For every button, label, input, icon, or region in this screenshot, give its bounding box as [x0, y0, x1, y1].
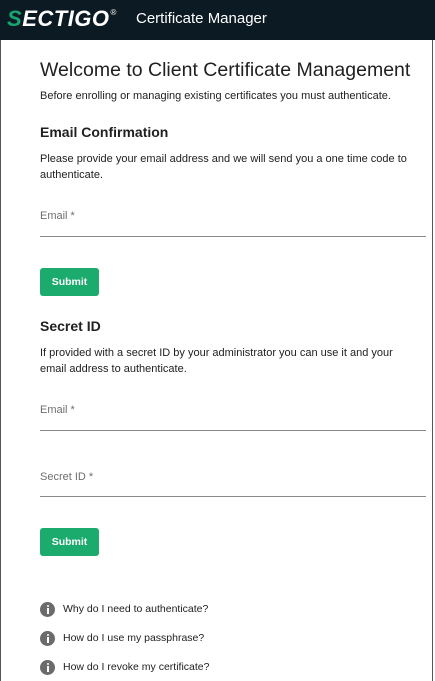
secret-email-input[interactable]	[40, 403, 426, 430]
faq-item-passphrase[interactable]: How do I use my passphrase?	[40, 629, 204, 647]
logo-s-mark: S	[7, 6, 23, 31]
info-icon	[40, 630, 55, 646]
faq-item-revoke[interactable]: How do I revoke my certificate?	[40, 658, 209, 676]
secret-email-field[interactable]: Email *	[40, 403, 426, 431]
secret-id-heading: Secret ID	[40, 318, 101, 334]
email-field[interactable]: Email *	[40, 209, 426, 237]
faq-item-why-authenticate[interactable]: Why do I need to authenticate?	[40, 600, 208, 618]
registered-mark: ®	[110, 8, 117, 17]
info-icon	[40, 659, 55, 675]
secret-id-submit-button[interactable]: Submit	[40, 528, 99, 556]
sectigo-logo[interactable]: S ECTIGO ®	[7, 5, 116, 33]
info-icon	[40, 601, 55, 617]
secret-id-description: If provided with a secret ID by your adm…	[40, 347, 393, 375]
faq-item-label[interactable]: Why do I need to authenticate?	[63, 602, 208, 616]
faq-item-label[interactable]: How do I revoke my certificate?	[63, 660, 209, 674]
email-submit-button[interactable]: Submit	[40, 268, 99, 296]
faq-item-label[interactable]: How do I use my passphrase?	[63, 631, 204, 645]
email-input[interactable]	[40, 209, 426, 236]
page-subtitle: Before enrolling or managing existing ce…	[40, 90, 391, 102]
secret-id-input[interactable]	[40, 470, 426, 496]
email-confirmation-heading: Email Confirmation	[40, 124, 169, 140]
app-title: Certificate Manager	[136, 10, 267, 27]
email-confirmation-description: Please provide your email address and we…	[40, 153, 407, 181]
app-header: S ECTIGO ® Certificate Manager	[0, 0, 435, 40]
secret-id-field[interactable]: Secret ID *	[40, 470, 426, 497]
logo-wordmark: ECTIGO	[22, 6, 110, 31]
page-title: Welcome to Client Certificate Management	[40, 59, 411, 81]
